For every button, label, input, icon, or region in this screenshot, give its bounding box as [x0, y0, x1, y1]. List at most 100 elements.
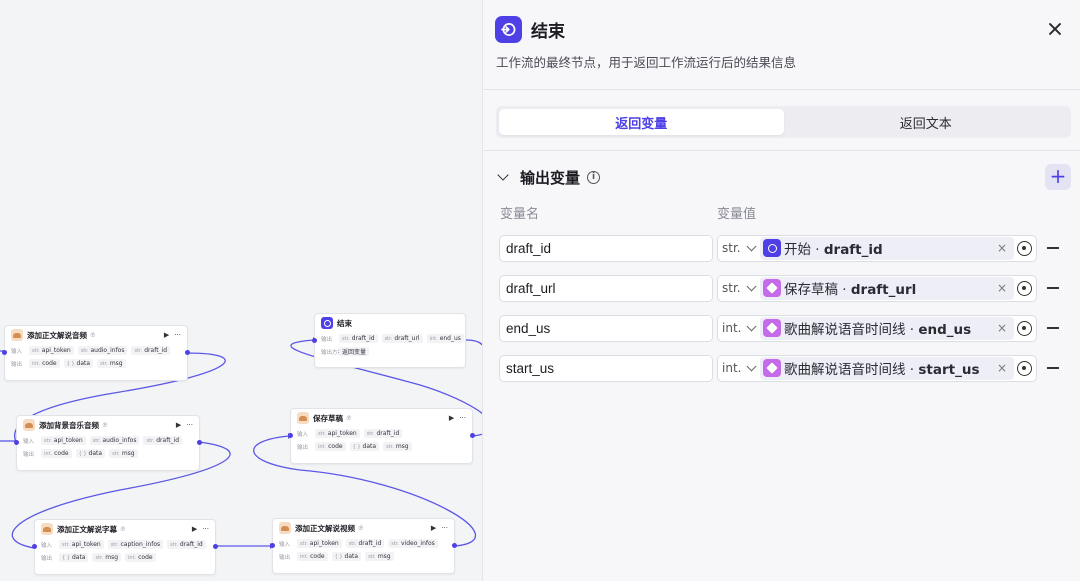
- param-type: int.: [32, 360, 41, 367]
- connection-wires: [0, 337, 482, 549]
- param-tag: str. msg: [109, 449, 138, 458]
- remove-variable-icon[interactable]: [1047, 367, 1059, 369]
- clear-icon[interactable]: ×: [997, 361, 1007, 375]
- param-tag: int. code: [125, 553, 156, 562]
- input-port[interactable]: [32, 544, 37, 549]
- input-port[interactable]: [2, 350, 7, 355]
- run-icon[interactable]: ▶: [164, 331, 169, 339]
- input-port[interactable]: [270, 543, 275, 548]
- run-icon[interactable]: ▶: [176, 421, 181, 429]
- more-icon[interactable]: ···: [441, 524, 448, 532]
- output-port[interactable]: [470, 433, 475, 438]
- variable-row: start_us int. 歌曲解说语音时间线 · start_us ×: [499, 348, 1080, 388]
- param-name: draft_id: [358, 540, 382, 547]
- param-tag: str. api_token: [41, 436, 86, 445]
- param-type: str.: [368, 553, 376, 560]
- run-icon[interactable]: ▶: [449, 414, 454, 422]
- chevron-down-icon[interactable]: [497, 169, 509, 181]
- variable-picker-icon[interactable]: [1017, 320, 1032, 336]
- variable-picker-icon[interactable]: [1017, 360, 1032, 376]
- remove-variable-icon[interactable]: [1047, 287, 1059, 289]
- remove-variable-icon[interactable]: [1047, 327, 1059, 329]
- output-port[interactable]: [185, 350, 190, 355]
- node-add-bgm-audio[interactable]: 添加背景音乐音频 ℗ ▶ ··· 输入 str. api_token str. audio_in…: [14, 415, 202, 471]
- node-actions: ▶ ···: [449, 414, 466, 422]
- node-end[interactable]: 结束 输出 str. draft_id str. draft_url int. end_us 输…: [312, 313, 466, 368]
- remove-variable-icon[interactable]: [1047, 247, 1059, 249]
- more-icon[interactable]: ···: [186, 421, 193, 429]
- param-tag: str. api_token: [297, 539, 342, 548]
- param-type: str.: [366, 430, 375, 437]
- output-variables-section-header: 输出变量 i +: [496, 163, 1071, 191]
- variable-name-input[interactable]: draft_url: [499, 274, 713, 302]
- node-outputs-row: 输出 int. code{ } data str. msg: [17, 447, 199, 460]
- clear-icon[interactable]: ×: [997, 241, 1007, 255]
- param-type: str.: [348, 540, 357, 547]
- output-port[interactable]: [213, 544, 218, 549]
- inputs-label: 输入: [11, 348, 23, 355]
- node-save-draft[interactable]: 保存草稿 ℗ ▶ ··· 输入 str. api_token str. draft_id 输出 in…: [288, 408, 475, 464]
- tab-return-variables[interactable]: 返回变量: [499, 109, 784, 135]
- reference-field: start_us: [918, 362, 980, 378]
- variable-reference-pill[interactable]: 歌曲解说语音时间线 · start_us ×: [760, 356, 1014, 380]
- node-actions: ▶ ···: [176, 421, 193, 429]
- param-tag: str. msg: [97, 359, 126, 368]
- tab-return-text[interactable]: 返回文本: [784, 109, 1069, 135]
- node-add-narration-caption[interactable]: 添加正文解说字幕 ℗ ▶ ··· 输入 str. api_token str. caption_…: [32, 519, 218, 575]
- node-add-narration-video[interactable]: 添加正文解说视频 ℗ ▶ ··· 输入 str. api_token str. draft_id…: [270, 518, 457, 574]
- variable-reference-pill[interactable]: 开始 · draft_id ×: [760, 236, 1014, 260]
- variable-picker-icon[interactable]: [1017, 240, 1032, 256]
- run-icon[interactable]: ▶: [431, 524, 436, 532]
- param-name: msg: [377, 553, 391, 560]
- variable-value-field[interactable]: int. 歌曲解说语音时间线 · start_us ×: [717, 354, 1037, 382]
- variable-picker-icon[interactable]: [1017, 280, 1032, 296]
- workflow-canvas[interactable]: 添加正文解说音频 ℗ ▶ ··· 输入 str. api_token str. audio_in…: [0, 0, 482, 581]
- node-title: 添加背景音乐音频: [39, 420, 99, 430]
- variable-name-input[interactable]: start_us: [499, 354, 713, 382]
- variable-value-field[interactable]: str. 保存草稿 · draft_url ×: [717, 274, 1037, 302]
- type-select[interactable]: str.: [718, 281, 760, 295]
- param-tag: { } data: [63, 359, 94, 368]
- param-type: str.: [391, 540, 400, 547]
- output-port[interactable]: [452, 543, 457, 548]
- more-icon[interactable]: ···: [174, 331, 181, 339]
- node-add-narration-audio[interactable]: 添加正文解说音频 ℗ ▶ ··· 输入 str. api_token str. audio_in…: [2, 325, 190, 381]
- param-type: str.: [112, 450, 120, 457]
- variable-reference-pill[interactable]: 保存草稿 · draft_url ×: [760, 276, 1014, 300]
- type-select[interactable]: int.: [718, 321, 760, 335]
- inputs-label: 输入: [279, 541, 291, 548]
- param-tag: int. end_us: [426, 334, 464, 343]
- param-type: str.: [170, 541, 178, 548]
- reference-text: 歌曲解说语音时间线 · start_us: [784, 358, 979, 378]
- close-icon[interactable]: [1044, 18, 1066, 40]
- node-header: 添加正文解说音频 ℗ ▶ ···: [5, 326, 187, 344]
- input-port[interactable]: [14, 440, 19, 445]
- output-port[interactable]: [197, 440, 202, 445]
- clear-icon[interactable]: ×: [997, 321, 1007, 335]
- variable-name-input[interactable]: draft_id: [499, 234, 713, 262]
- param-tag: str. caption_infos: [107, 540, 164, 549]
- clear-icon[interactable]: ×: [997, 281, 1007, 295]
- divider: [483, 89, 1080, 90]
- param-type: str.: [32, 347, 40, 354]
- outputs-label: 输出: [279, 554, 291, 561]
- variable-reference-pill[interactable]: 歌曲解说语音时间线 · end_us ×: [760, 316, 1014, 340]
- input-port[interactable]: [288, 433, 293, 438]
- reference-field: draft_id: [823, 242, 883, 258]
- more-icon[interactable]: ···: [459, 414, 466, 422]
- more-icon[interactable]: ···: [202, 525, 209, 533]
- info-icon[interactable]: i: [587, 170, 601, 184]
- run-icon[interactable]: ▶: [192, 525, 197, 533]
- add-variable-button[interactable]: +: [1045, 164, 1071, 190]
- node-outputs-row: 输出 int. code{ } data str. msg: [273, 550, 454, 563]
- variable-name-input[interactable]: end_us: [499, 314, 713, 342]
- param-tag: 返回变量: [339, 347, 370, 356]
- input-port[interactable]: [312, 338, 317, 343]
- variable-value-field[interactable]: str. 开始 · draft_id ×: [717, 234, 1037, 262]
- type-select[interactable]: int.: [718, 361, 760, 375]
- plugin-icon: [279, 522, 291, 534]
- variable-value-field[interactable]: int. 歌曲解说语音时间线 · end_us ×: [717, 314, 1037, 342]
- type-select[interactable]: str.: [718, 241, 760, 255]
- node-inputs-row: 输入 str. api_token str. draft_id str. video_inf…: [273, 537, 454, 550]
- param-type: str.: [386, 443, 394, 450]
